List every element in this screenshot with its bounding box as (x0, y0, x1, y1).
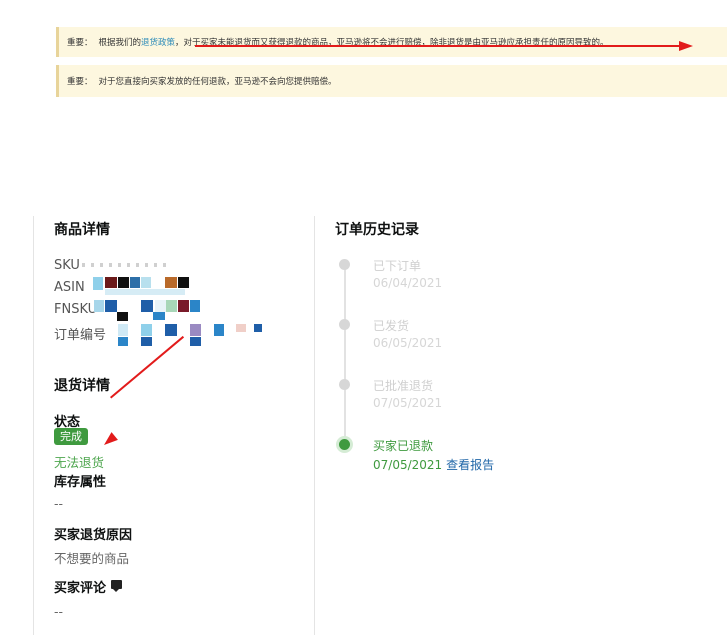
event-date-shipped: 06/05/2021 (373, 336, 443, 350)
inventory-attribute-value: -- (54, 496, 64, 511)
return-details-title: 退货详情 (54, 378, 110, 394)
notice-direct-refund: 重要： 对于您直接向买家发放的任何退款，亚马逊不会向您提供赔偿。 (56, 65, 727, 97)
order-number-label: 订单编号 (54, 328, 107, 343)
inventory-attribute-label: 库存属性 (54, 475, 107, 490)
timeline-dot-active (339, 439, 350, 450)
event-label-ordered: 已下订单 (373, 259, 422, 273)
cannot-return-link[interactable]: 无法退货 (54, 452, 104, 471)
return-reason-label: 买家退货原因 (54, 528, 133, 543)
sku-value-redacted (82, 263, 170, 267)
status-badge: 完成 (54, 428, 88, 445)
notice-return-policy: 重要： 根据我们的 退货政策 ，对于买家未能退货而又获得退款的商品，亚马逊将不会… (56, 27, 727, 57)
comment-icon (111, 580, 122, 592)
notice-text: 对于您直接向买家发放的任何退款，亚马逊不会向您提供赔偿。 (98, 77, 337, 87)
notice-label: 重要： (67, 77, 93, 87)
timeline-dot (339, 259, 350, 270)
return-reason-value: 不想要的商品 (54, 551, 130, 566)
sku-label: SKU (54, 258, 80, 273)
buyer-comment-value: -- (54, 604, 64, 619)
event-label-refunded: 买家已退款 (373, 439, 434, 453)
annotation-arrow-head (679, 41, 693, 51)
timeline-dot (339, 319, 350, 330)
annotation-arrow-head (100, 432, 118, 449)
left-column-border (33, 216, 34, 635)
annotation-underline (195, 45, 679, 47)
event-date-ordered: 06/04/2021 (373, 276, 443, 290)
event-date-return-approved: 07/05/2021 (373, 396, 443, 410)
event-label-return-approved: 已批准退货 (373, 379, 434, 393)
view-report-link[interactable]: 查看报告 (446, 458, 494, 472)
return-policy-link[interactable]: 退货政策 (141, 36, 175, 48)
timeline-line (344, 265, 346, 445)
order-history-title: 订单历史记录 (335, 222, 419, 238)
fnsku-label: FNSKU (54, 302, 98, 317)
buyer-comment-label: 买家评论 (54, 581, 107, 596)
event-date-refunded: 07/05/2021 查看报告 (373, 456, 494, 473)
notice-text-before: 根据我们的 (98, 38, 142, 48)
notice-label: 重要： (67, 38, 93, 48)
asin-label: ASIN (54, 280, 85, 295)
event-label-shipped: 已发货 (373, 319, 410, 333)
product-details-title: 商品详情 (54, 222, 110, 238)
timeline-dot (339, 379, 350, 390)
event-date-refunded-text: 07/05/2021 (373, 458, 443, 472)
column-divider (314, 216, 315, 635)
